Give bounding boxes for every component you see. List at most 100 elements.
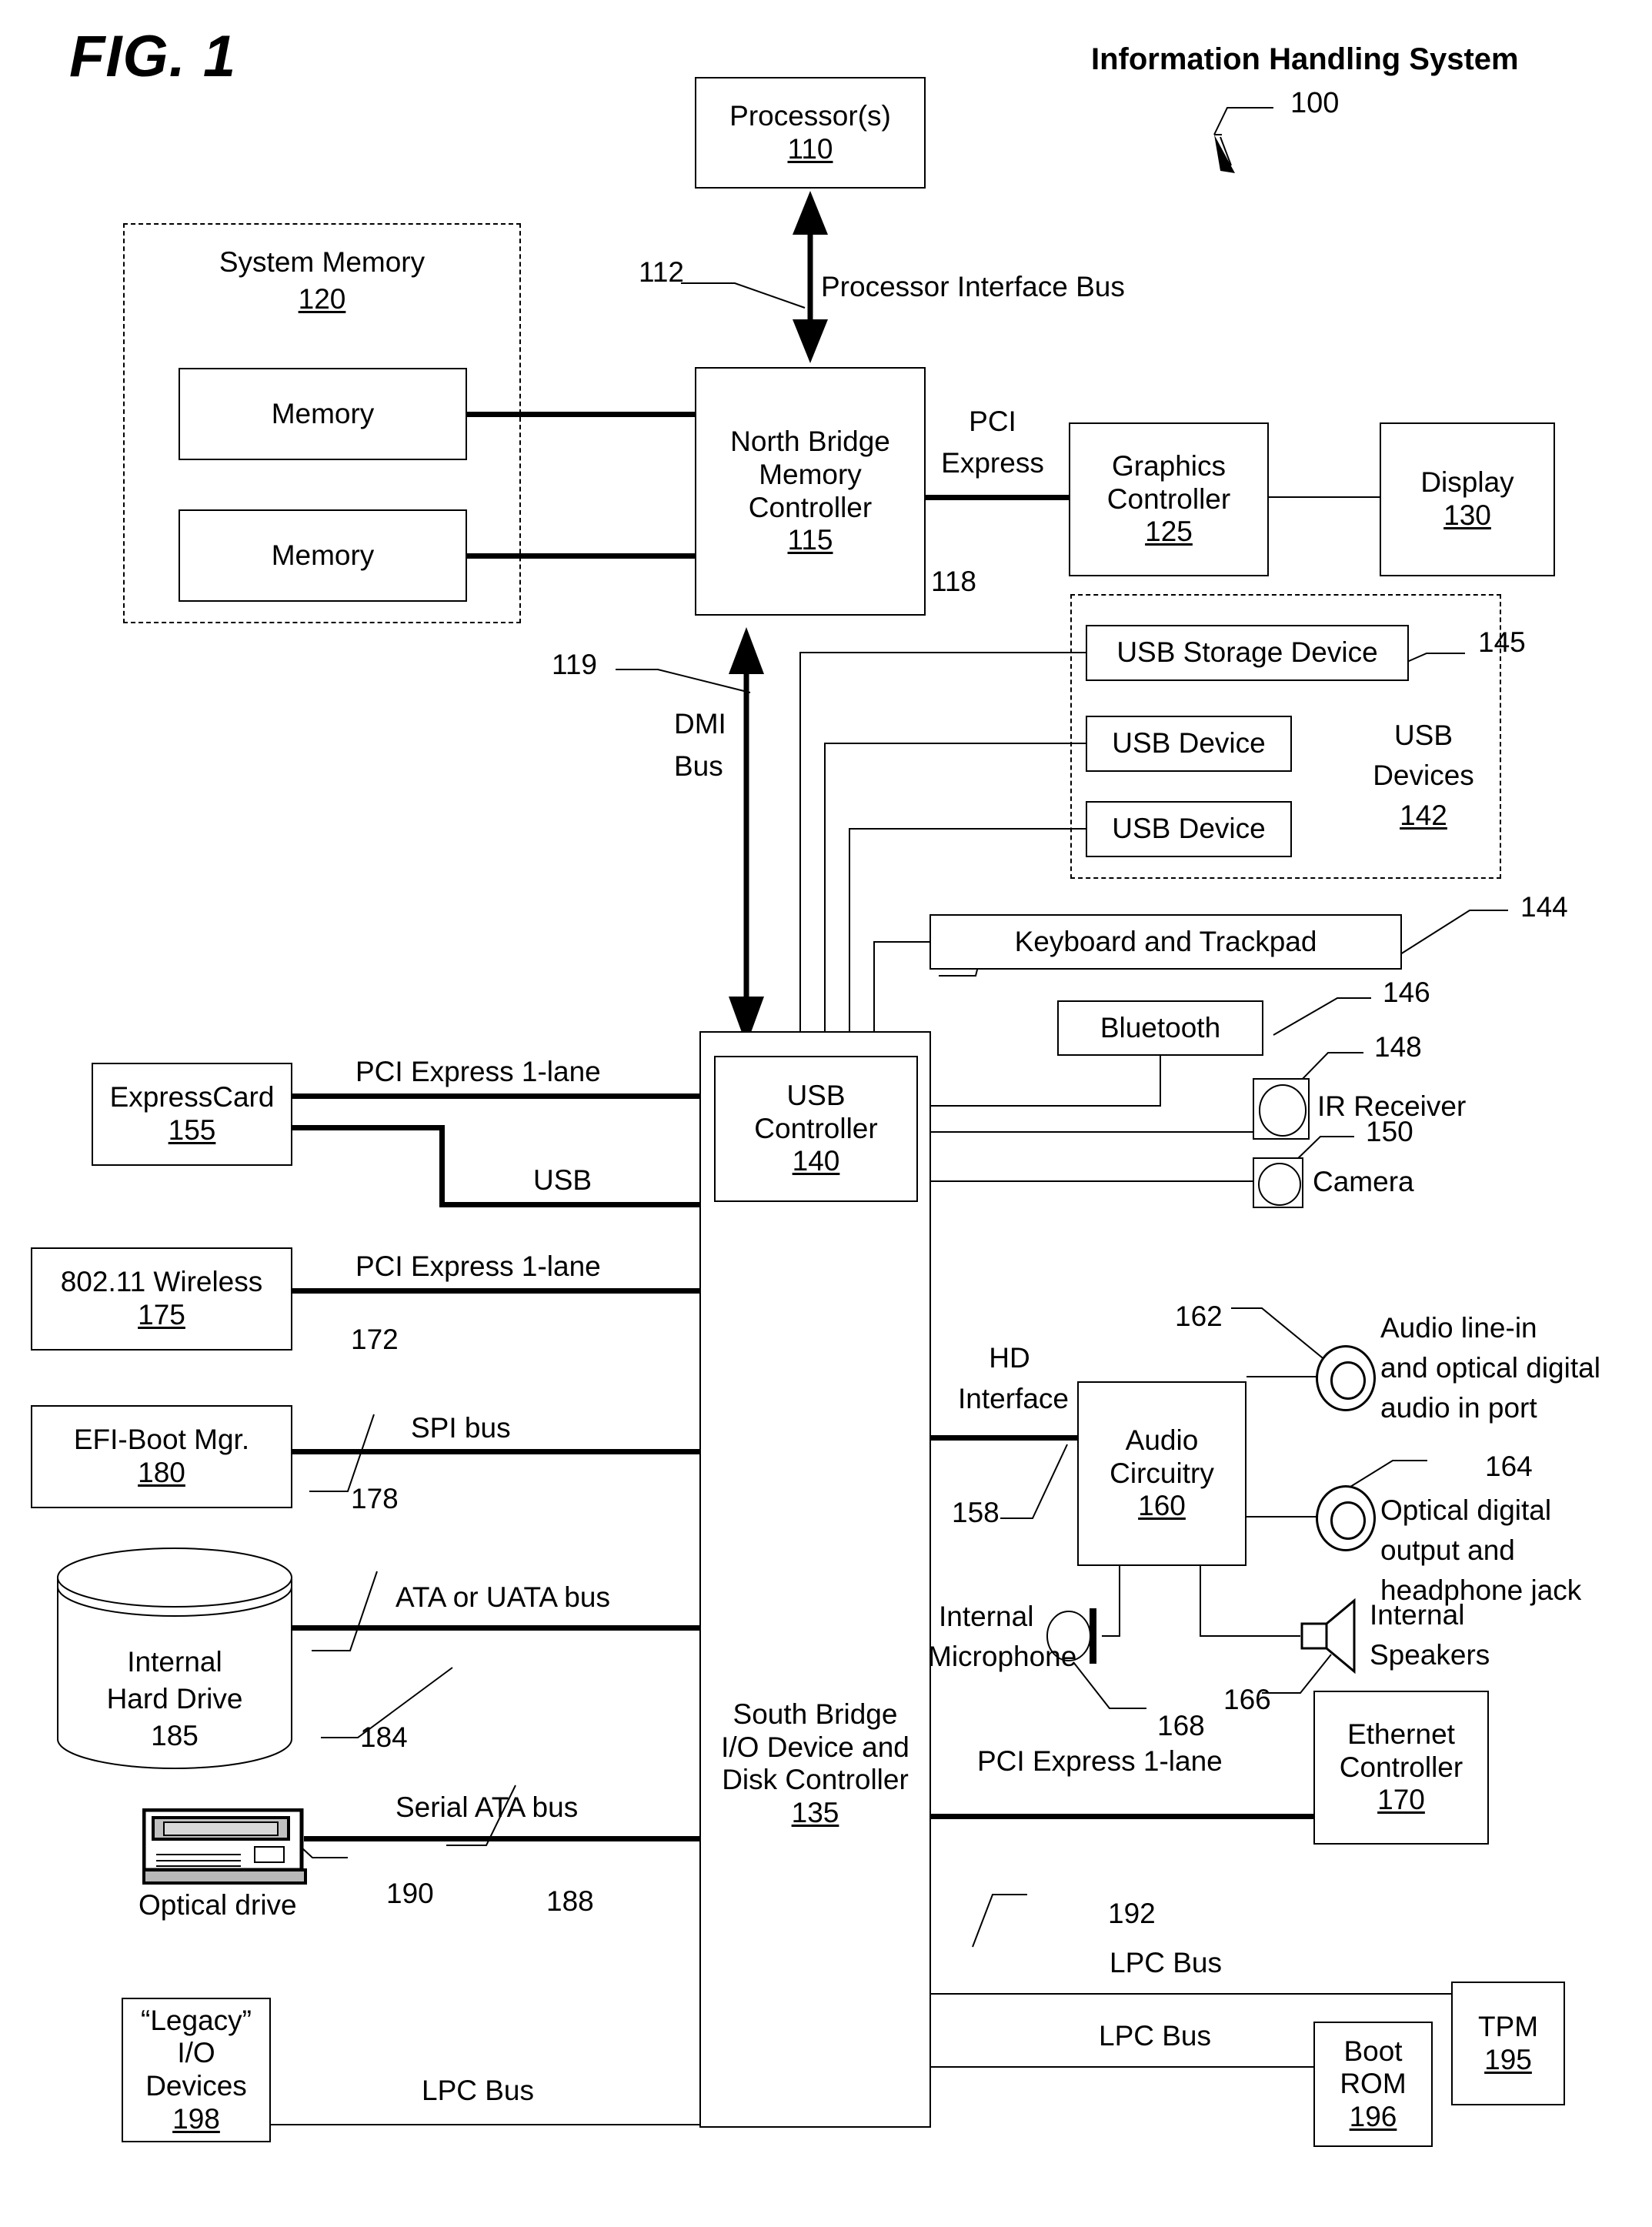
legacy-io-line2: I/O xyxy=(177,2037,215,2069)
audio-circuitry-line1: Audio xyxy=(1125,1424,1199,1457)
optical-digital-output-jack-icon xyxy=(1316,1485,1376,1551)
optical-drive-label: Optical drive xyxy=(139,1889,297,1921)
processor-ref: 110 xyxy=(787,132,833,165)
pci-express-graphics-line1: PCI xyxy=(969,406,1016,437)
internal-hard-drive-ref: 185 xyxy=(151,1720,199,1751)
optical-digital-output-link xyxy=(1247,1516,1317,1517)
pci-express-ethernet-label: PCI Express 1-lane xyxy=(977,1745,1223,1777)
north-bridge-ref: 115 xyxy=(787,524,833,556)
bus-ref-158: 158 xyxy=(952,1497,1000,1528)
memory-bus-2 xyxy=(466,553,706,559)
optical-drive-block[interactable] xyxy=(142,1808,310,1885)
north-bridge-line1: North Bridge xyxy=(730,426,890,458)
expresscard-title: ExpressCard xyxy=(109,1081,275,1114)
usb-controller-ref: 140 xyxy=(792,1145,840,1177)
ethernet-controller-line1: Ethernet xyxy=(1347,1718,1455,1751)
usb-device-2-block[interactable]: USB Device xyxy=(1086,801,1292,857)
display-title: Display xyxy=(1420,466,1514,499)
hd-interface-line2: Interface xyxy=(958,1383,1069,1414)
audio-circuitry-block[interactable]: Audio Circuitry 160 xyxy=(1077,1381,1247,1566)
usb-expresscard-bus-seg2 xyxy=(439,1125,445,1207)
usb-controller-line2: Controller xyxy=(754,1112,878,1144)
processor-title: Processor(s) xyxy=(729,99,891,132)
usb-controller-block[interactable]: USB Controller 140 xyxy=(714,1056,918,1202)
usb-expresscard-bus-seg1 xyxy=(291,1125,445,1130)
bus-ref-118: 118 xyxy=(931,566,976,597)
spi-bus-label: SPI bus xyxy=(411,1412,511,1444)
graphics-controller-line1: Graphics xyxy=(1111,450,1226,482)
legacy-io-block[interactable]: “Legacy” I/O Devices 198 xyxy=(122,1998,271,2142)
dmi-bus-line2: Bus xyxy=(674,750,723,782)
efi-boot-mgr-title: EFI-Boot Mgr. xyxy=(73,1424,250,1456)
wireless-title: 802.11 Wireless xyxy=(60,1266,263,1298)
audio-line-in-line1: Audio line-in xyxy=(1380,1312,1537,1344)
memory-module-2[interactable]: Memory xyxy=(179,509,467,602)
ata-bus-line xyxy=(292,1625,714,1631)
camera-port-icon xyxy=(1253,1157,1303,1208)
keyboard-trackpad-label: Keyboard and Trackpad xyxy=(1014,925,1317,957)
system-memory-title: System Memory xyxy=(219,246,426,278)
ir-receiver-port-icon xyxy=(1253,1078,1310,1140)
bluetooth-block[interactable]: Bluetooth xyxy=(1057,1000,1263,1056)
internal-hard-drive-line1: Internal xyxy=(127,1646,222,1678)
internal-hard-drive-block[interactable]: Internal Hard Drive 185 xyxy=(55,1547,294,1770)
internal-hard-drive-line2: Hard Drive xyxy=(106,1683,243,1714)
internal-microphone-line2: Microphone xyxy=(928,1641,1077,1672)
usb-device-1-block[interactable]: USB Device xyxy=(1086,716,1292,772)
lpc-bus-boot-rom-line xyxy=(931,2066,1313,2068)
south-bridge-line3: Disk Controller xyxy=(722,1764,909,1796)
audio-circuitry-line2: Circuitry xyxy=(1110,1457,1214,1489)
bus-ref-112: 112 xyxy=(639,256,684,288)
graphics-controller-block[interactable]: Graphics Controller 125 xyxy=(1069,422,1269,576)
efi-boot-mgr-ref: 180 xyxy=(138,1457,185,1488)
keyboard-trackpad-block[interactable]: Keyboard and Trackpad xyxy=(929,914,1402,970)
expresscard-block[interactable]: ExpressCard 155 xyxy=(92,1063,292,1166)
legacy-io-line3: Devices xyxy=(145,2070,247,2102)
tpm-block[interactable]: TPM 195 xyxy=(1451,1982,1565,2105)
processor-block[interactable]: Processor(s) 110 xyxy=(695,77,926,189)
internal-speakers-icon xyxy=(1300,1598,1363,1674)
memory-module-1-label: Memory xyxy=(271,397,375,429)
bluetooth-label: Bluetooth xyxy=(1100,1011,1221,1043)
usb-controller-line1: USB xyxy=(786,1080,846,1112)
system-ref-100: 100 xyxy=(1290,87,1340,119)
legacy-io-line1: “Legacy” xyxy=(141,2004,252,2036)
figure-label: FIG. 1 xyxy=(69,24,237,89)
memory-module-1[interactable]: Memory xyxy=(179,368,467,460)
pci-express-graphics-line2: Express xyxy=(941,447,1044,479)
memory-module-2-label: Memory xyxy=(271,539,375,571)
serial-ata-bus-line xyxy=(304,1836,714,1841)
north-bridge-block[interactable]: North Bridge Memory Controller 115 xyxy=(695,367,926,616)
ref-145: 145 xyxy=(1478,626,1526,658)
usb-expresscard-bus-seg3 xyxy=(439,1202,714,1207)
south-bridge-ref: 135 xyxy=(791,1796,839,1828)
ref-166: 166 xyxy=(1223,1684,1271,1715)
internal-speakers-line2: Speakers xyxy=(1370,1639,1490,1671)
wireless-ref: 175 xyxy=(138,1299,185,1331)
audio-line-in-line3: audio in port xyxy=(1380,1392,1537,1424)
usb-expresscard-label: USB xyxy=(533,1164,592,1196)
efi-boot-mgr-block[interactable]: EFI-Boot Mgr. 180 xyxy=(31,1405,292,1508)
dmi-bus-line1: DMI xyxy=(674,708,726,740)
ref-164: 164 xyxy=(1485,1451,1533,1482)
ref-146: 146 xyxy=(1383,977,1430,1008)
pci-express-wireless-label: PCI Express 1-lane xyxy=(355,1250,601,1282)
wireless-block[interactable]: 802.11 Wireless 175 xyxy=(31,1247,292,1351)
boot-rom-ref: 196 xyxy=(1349,2100,1397,2132)
ethernet-controller-block[interactable]: Ethernet Controller 170 xyxy=(1313,1691,1489,1845)
ethernet-controller-ref: 170 xyxy=(1377,1784,1425,1816)
ref-162: 162 xyxy=(1175,1300,1223,1332)
display-block[interactable]: Display 130 xyxy=(1380,422,1555,576)
memory-bus-1 xyxy=(466,412,706,417)
legacy-io-ref: 198 xyxy=(172,2102,220,2135)
graphics-controller-line2: Controller xyxy=(1106,482,1231,515)
boot-rom-line2: ROM xyxy=(1340,2068,1407,2100)
bus-ref-192: 192 xyxy=(1108,1898,1156,1929)
hd-interface-bus xyxy=(931,1435,1077,1441)
tpm-title: TPM xyxy=(1477,2010,1539,2042)
system-memory-ref: 120 xyxy=(298,283,346,315)
bus-ref-178: 178 xyxy=(351,1483,399,1514)
boot-rom-block[interactable]: Boot ROM 196 xyxy=(1313,2022,1433,2147)
bus-ref-188: 188 xyxy=(546,1885,594,1917)
usb-storage-device-block[interactable]: USB Storage Device xyxy=(1086,625,1409,681)
